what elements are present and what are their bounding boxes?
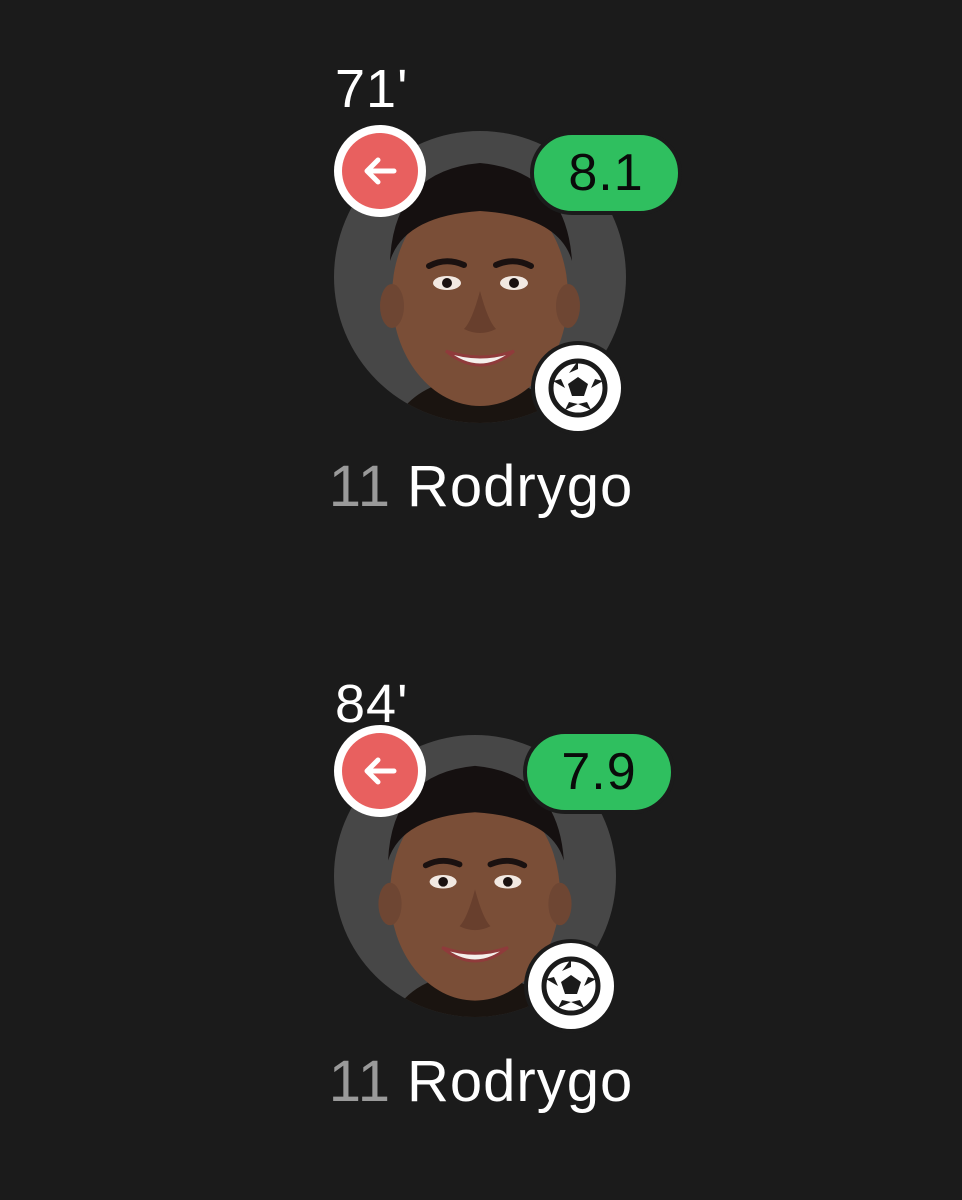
player-name-label: 11 Rodrygo bbox=[0, 458, 962, 516]
player-card[interactable]: 84' 7.9 11 Rodrygo bbox=[0, 605, 962, 1165]
goal-ball-icon bbox=[531, 341, 625, 435]
player-name-label: 11 Rodrygo bbox=[0, 1053, 962, 1111]
substitution-minute: 71' bbox=[335, 59, 409, 119]
player-number: 11 bbox=[328, 454, 391, 519]
substitution-minute: 84' bbox=[335, 674, 409, 734]
player-card[interactable]: 71' 8.1 11 Rodrygo bbox=[0, 0, 962, 560]
substitution-off-icon bbox=[334, 725, 426, 817]
player-name: Rodrygo bbox=[406, 454, 634, 519]
player-rating-badge: 8.1 bbox=[530, 131, 682, 215]
player-number: 11 bbox=[328, 1049, 391, 1114]
substitution-off-icon bbox=[334, 125, 426, 217]
goal-ball-icon bbox=[524, 939, 618, 1033]
player-name: Rodrygo bbox=[406, 1049, 634, 1114]
player-rating-badge: 7.9 bbox=[523, 730, 675, 814]
